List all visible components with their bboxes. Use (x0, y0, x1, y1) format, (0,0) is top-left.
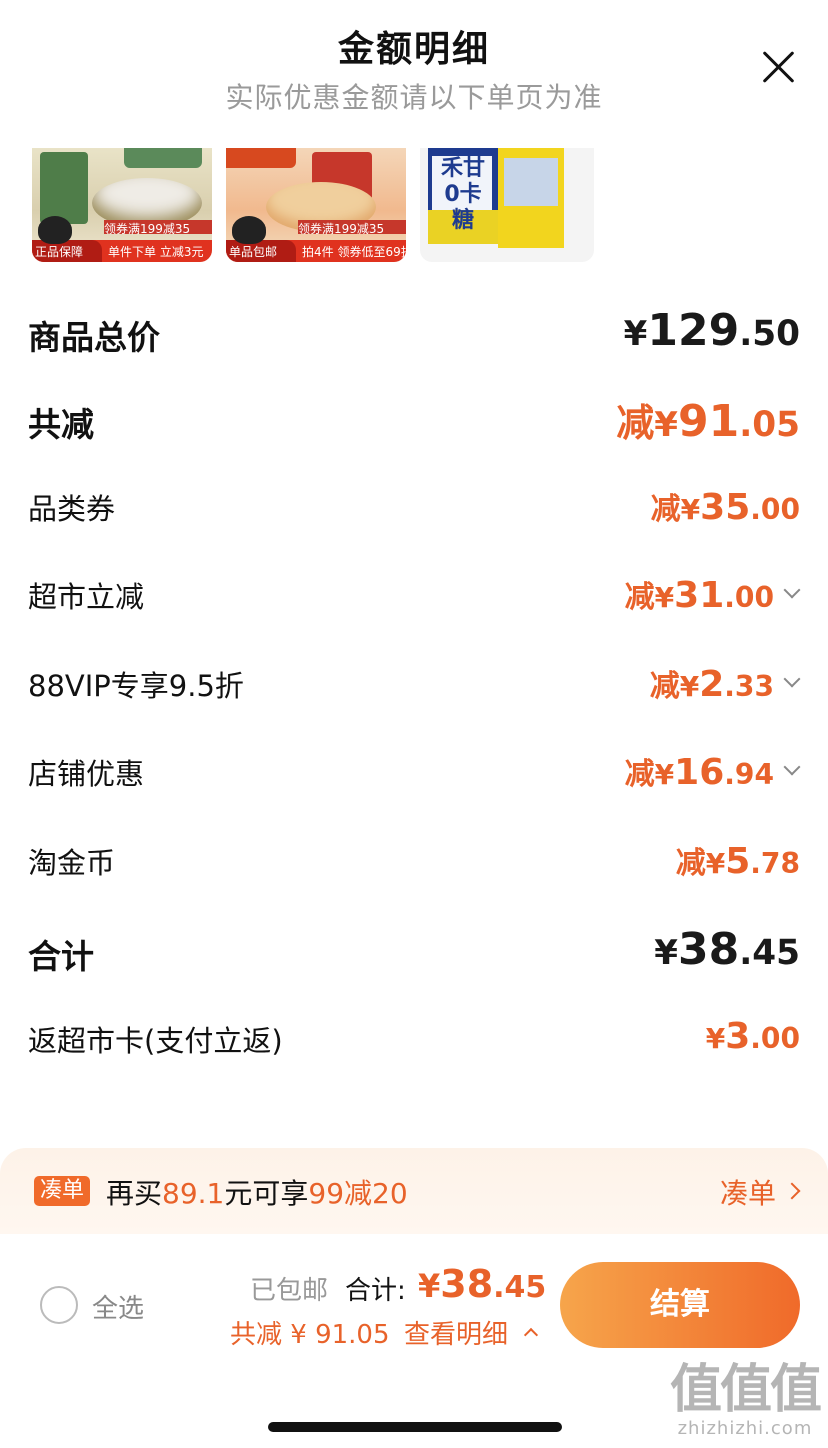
sheet-subtitle: 实际优惠金额请以下单页为准 (225, 81, 603, 114)
product-tag: 正品保障 (35, 245, 84, 259)
chevron-down-icon[interactable] (783, 581, 801, 599)
add-on-promo-bar: 凑单 再买89.1元可享99减20 凑单 (0, 1148, 828, 1234)
total-label: 合计: (345, 1276, 406, 1306)
tmall-cat-icon (38, 216, 72, 244)
sheet-header: 金额明细 实际优惠金额请以下单页为准 (0, 0, 828, 120)
discount-row-store[interactable]: 店铺优惠 减¥16.94 (0, 749, 828, 793)
product-photo (504, 158, 558, 206)
cashback-row: 返超市卡(支付立返) ¥3.00 (0, 1016, 828, 1060)
watermark-logo: 值值值 (669, 1360, 822, 1420)
total-saved: 共减 ¥ 91.05 (230, 1320, 390, 1350)
product-tag: 单品包邮 (229, 245, 278, 259)
discount-row-supermarket[interactable]: 超市立减 减¥31.00 (0, 572, 828, 616)
view-details-link[interactable]: 查看明细 (404, 1314, 508, 1351)
product-promo: 单件下单 立减3元 (108, 245, 204, 259)
product-brand: 禾甘 0卡糖 (440, 156, 485, 233)
discount-label: 品类券 (28, 492, 116, 526)
amount-details-sheet: 金额明细 实际优惠金额请以下单页为准 领券满199减35 正品保障 单件下单 立… (0, 0, 828, 1448)
checkout-button[interactable]: 结算 (560, 1262, 800, 1348)
total-discount-value: 减¥91.05 (616, 396, 800, 447)
discount-value: 减¥31.00 (624, 575, 774, 616)
coupon-text: 领券满199减35 (104, 222, 191, 236)
watermark-url: zhizhizhi.com (677, 1418, 813, 1439)
total-discount-label: 共减 (28, 405, 94, 444)
goods-total-row: 商品总价 ¥129.50 (0, 305, 828, 361)
discount-value: 减¥16.94 (624, 752, 774, 793)
total-value: ¥38.45 (418, 1262, 547, 1306)
site-watermark: 值值值 zhizhizhi.com (669, 1360, 822, 1439)
product-thumb-1[interactable]: 领券满199减35 正品保障 单件下单 立减3元 (32, 148, 212, 262)
close-icon[interactable] (760, 48, 798, 86)
discount-row-taojinbi: 淘金币 减¥5.78 (0, 838, 828, 882)
discount-row-88vip[interactable]: 88VIP专享9.5折 减¥2.33 (0, 661, 828, 705)
discount-label: 超市立减 (28, 580, 145, 614)
discount-value: 减¥5.78 (675, 841, 800, 882)
product-thumb-top-tag (124, 148, 202, 168)
product-thumb-top-tag (226, 148, 296, 168)
chevron-right-icon[interactable] (783, 1182, 801, 1200)
product-thumb-3[interactable]: 禾甘 0卡糖 (420, 148, 594, 262)
subtotal-value: ¥38.45 (654, 924, 800, 975)
discount-label: 88VIP专享9.5折 (28, 669, 244, 703)
discount-value: 减¥2.33 (649, 664, 774, 705)
select-all-radio[interactable] (40, 1286, 78, 1324)
checkout-bar: 全选 已包邮 合计: ¥38.45 共减 ¥ 91.05 查看明细 结算 值值值… (0, 1234, 828, 1448)
discount-label: 店铺优惠 (28, 757, 145, 791)
add-on-message: 再买89.1元可享99减20 (106, 1177, 408, 1210)
tmall-cat-icon (232, 216, 266, 244)
coupon-text: 领券满199减35 (298, 222, 385, 236)
discount-value: 减¥35.00 (650, 487, 800, 528)
add-on-tag: 凑单 (34, 1176, 91, 1206)
cashback-value: ¥3.00 (705, 1016, 800, 1057)
product-thumb-2[interactable]: 领券满199减35 单品包邮 拍4件 领券低至69折 (226, 148, 406, 262)
product-promo: 拍4件 领券低至69折 (302, 245, 406, 259)
free-shipping-label: 已包邮 (250, 1276, 329, 1306)
sheet-title: 金额明细 (337, 29, 490, 70)
home-indicator[interactable] (268, 1422, 562, 1432)
add-on-link[interactable]: 凑单 (720, 1172, 776, 1212)
goods-total-label: 商品总价 (28, 318, 160, 357)
subtotal-label: 合计 (28, 937, 94, 976)
discount-row-category-coupon: 品类券 减¥35.00 (0, 484, 828, 528)
subtotal-row: 合计 ¥38.45 (0, 924, 828, 980)
total-discount-row: 共减 减¥91.05 (0, 392, 828, 448)
select-all-label[interactable]: 全选 (92, 1288, 144, 1325)
chevron-down-icon[interactable] (783, 670, 801, 688)
cashback-label: 返超市卡(支付立返) (28, 1024, 283, 1058)
discount-label: 淘金币 (28, 846, 116, 880)
product-package (40, 152, 88, 224)
goods-total-value: ¥129.50 (623, 305, 800, 356)
chevron-up-icon[interactable] (523, 1327, 539, 1343)
chevron-down-icon[interactable] (783, 758, 801, 776)
